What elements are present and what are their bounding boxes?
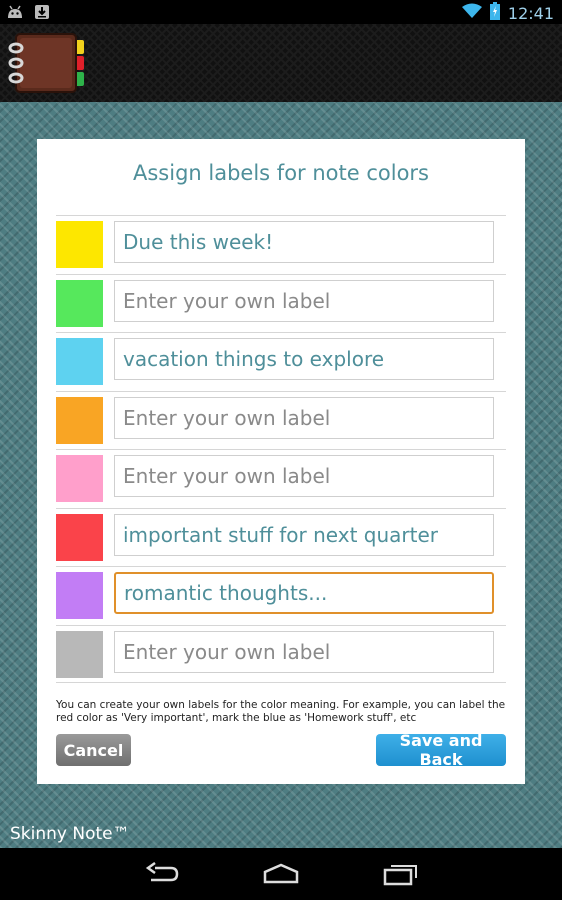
color-swatch-purple — [56, 572, 103, 619]
color-swatch-green — [56, 279, 103, 327]
dialog-title: Assign labels for note colors — [133, 161, 429, 185]
label-input-purple[interactable] — [114, 572, 494, 614]
wifi-icon — [461, 3, 482, 23]
label-row-pink — [56, 449, 506, 508]
status-bar: 12:41 — [0, 0, 562, 24]
label-input-pink[interactable] — [114, 455, 494, 497]
label-input-orange[interactable] — [114, 396, 494, 439]
label-row-yellow — [56, 215, 506, 274]
label-input-blue[interactable] — [114, 338, 494, 380]
clock: 12:41 — [507, 3, 554, 23]
help-text: You can create your own labels for the c… — [56, 699, 506, 724]
brand-label: Skinny Note™ — [10, 824, 130, 844]
color-swatch-pink — [56, 455, 103, 502]
label-input-green[interactable] — [114, 279, 494, 322]
label-input-gray[interactable] — [114, 630, 494, 673]
home-icon[interactable] — [262, 862, 300, 890]
label-row-gray — [56, 624, 506, 683]
label-input-yellow[interactable] — [114, 221, 494, 263]
color-swatch-red — [56, 513, 103, 561]
label-input-red[interactable] — [114, 513, 494, 556]
color-swatch-blue — [56, 338, 103, 385]
label-row-purple — [56, 566, 506, 625]
cancel-button[interactable]: Cancel — [56, 734, 131, 766]
label-row-orange — [56, 390, 506, 450]
main-area: Assign labels for note colors Due this w… — [0, 102, 562, 848]
color-swatch-orange — [56, 396, 103, 444]
label-list — [56, 215, 506, 683]
recent-apps-icon[interactable] — [383, 862, 419, 890]
download-icon — [34, 4, 50, 24]
notebook-icon[interactable] — [8, 30, 90, 96]
navigation-bar — [0, 848, 562, 900]
back-icon[interactable] — [145, 861, 179, 890]
color-swatch-gray — [56, 630, 103, 678]
battery-icon — [489, 2, 500, 24]
action-bar — [0, 24, 562, 102]
label-row-blue — [56, 332, 506, 391]
color-swatch-yellow — [56, 221, 103, 268]
label-dialog: Assign labels for note colors Due this w… — [37, 139, 525, 784]
label-row-green — [56, 273, 506, 333]
save-and-back-button[interactable]: Save and Back — [376, 731, 506, 769]
android-icon — [6, 4, 24, 24]
label-row-red — [56, 507, 506, 567]
